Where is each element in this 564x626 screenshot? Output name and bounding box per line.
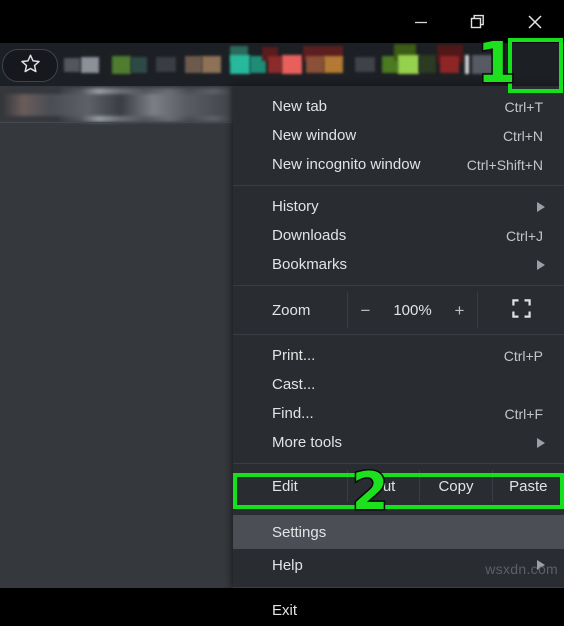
zoom-in-button[interactable]: + xyxy=(449,302,471,319)
menu-item-downloads[interactable]: Downloads Ctrl+J xyxy=(233,221,564,250)
minimize-button[interactable] xyxy=(398,7,444,37)
fullscreen-button[interactable] xyxy=(478,292,564,328)
zoom-controls: − 100% + xyxy=(347,292,478,328)
edit-row: Edit Cut Copy Paste xyxy=(233,470,564,502)
menu-item-label: Exit xyxy=(272,601,298,619)
blurred-favicon xyxy=(268,56,282,73)
cut-button[interactable]: Cut xyxy=(347,470,419,502)
fullscreen-icon xyxy=(511,298,531,322)
menu-item-label: History xyxy=(272,198,319,215)
menu-item-history[interactable]: History xyxy=(233,192,564,221)
menu-item-settings[interactable]: Settings xyxy=(233,515,564,549)
bookmark-star-button[interactable] xyxy=(2,49,58,82)
page-divider xyxy=(0,122,232,123)
blurred-favicon xyxy=(306,56,324,73)
menu-item-cast[interactable]: Cast... xyxy=(233,370,564,399)
blurred-divider xyxy=(465,55,469,74)
menu-item-shortcut: Ctrl+P xyxy=(503,347,543,364)
close-button[interactable] xyxy=(512,7,558,37)
blurred-favicon xyxy=(81,57,99,73)
menu-separator xyxy=(233,185,564,186)
paste-button[interactable]: Paste xyxy=(491,470,564,502)
blurred-favicon xyxy=(230,55,250,74)
blurred-favicon xyxy=(64,58,80,72)
close-icon xyxy=(526,13,544,31)
menu-item-label: Settings xyxy=(272,523,327,541)
chrome-main-menu: New tab Ctrl+T New window Ctrl+N New inc… xyxy=(233,86,564,619)
blurred-favicon xyxy=(112,56,131,74)
copy-button[interactable]: Copy xyxy=(419,470,491,502)
menu-item-new-tab[interactable]: New tab Ctrl+T xyxy=(233,92,564,121)
blurred-favicon xyxy=(440,56,459,73)
restore-icon xyxy=(469,13,487,31)
blurred-favicon xyxy=(398,55,419,74)
site-watermark: wsxdn.com xyxy=(485,561,558,577)
blurred-favicon xyxy=(472,55,494,74)
menu-item-shortcut: Ctrl+N xyxy=(502,127,543,144)
blurred-favicon xyxy=(202,56,221,73)
minimize-icon xyxy=(413,14,429,30)
menu-separator xyxy=(233,508,564,509)
menu-item-label: Downloads xyxy=(272,227,347,244)
browser-window: A PUALS New tab Ctrl+T New window Ct xyxy=(0,0,564,619)
menu-item-label: More tools xyxy=(272,434,343,451)
menu-item-shortcut: Ctrl+Shift+N xyxy=(466,156,543,173)
menu-separator xyxy=(233,463,564,464)
menu-item-more-tools[interactable]: More tools xyxy=(233,428,564,457)
menu-item-label: New tab xyxy=(272,98,328,115)
zoom-level-value: 100% xyxy=(393,301,432,319)
chevron-right-icon xyxy=(536,437,546,449)
bookmarks-bar xyxy=(0,43,564,86)
menu-item-shortcut: Ctrl+F xyxy=(504,405,544,422)
blurred-favicon xyxy=(282,55,302,74)
menu-item-new-window[interactable]: New window Ctrl+N xyxy=(233,121,564,150)
menu-item-label: Cast... xyxy=(272,376,316,393)
zoom-row: Zoom − 100% + xyxy=(233,292,564,328)
star-icon xyxy=(20,53,41,79)
menu-item-shortcut: Ctrl+T xyxy=(504,98,544,115)
menu-item-label: Print... xyxy=(272,347,316,364)
blurred-favicon xyxy=(131,57,147,73)
blurred-favicon xyxy=(355,57,375,72)
menu-item-label: Bookmarks xyxy=(272,256,348,273)
menu-item-shortcut: Ctrl+J xyxy=(506,227,543,244)
menu-item-exit[interactable]: Exit xyxy=(233,594,564,626)
blurred-favicon xyxy=(324,56,343,73)
blurred-favicon xyxy=(419,55,436,73)
zoom-out-button[interactable]: − xyxy=(355,302,377,319)
menu-separator xyxy=(233,334,564,335)
chevron-right-icon xyxy=(536,259,546,271)
chevron-right-icon xyxy=(536,201,546,213)
edit-label: Edit xyxy=(272,477,298,495)
menu-item-find[interactable]: Find... Ctrl+F xyxy=(233,399,564,428)
zoom-label: Zoom xyxy=(272,301,311,319)
blurred-favicon xyxy=(185,56,202,73)
menu-item-bookmarks[interactable]: Bookmarks xyxy=(233,250,564,279)
maximize-button[interactable] xyxy=(455,7,501,37)
menu-item-label: Find... xyxy=(272,405,314,422)
blurred-favicon xyxy=(156,57,176,72)
menu-item-new-incognito-window[interactable]: New incognito window Ctrl+Shift+N xyxy=(233,150,564,179)
menu-item-print[interactable]: Print... Ctrl+P xyxy=(233,341,564,370)
blurred-page-text xyxy=(0,94,232,116)
title-bar xyxy=(0,0,564,43)
menu-separator xyxy=(233,285,564,286)
menu-item-label: New window xyxy=(272,127,357,144)
menu-item-label: New incognito window xyxy=(272,156,421,173)
